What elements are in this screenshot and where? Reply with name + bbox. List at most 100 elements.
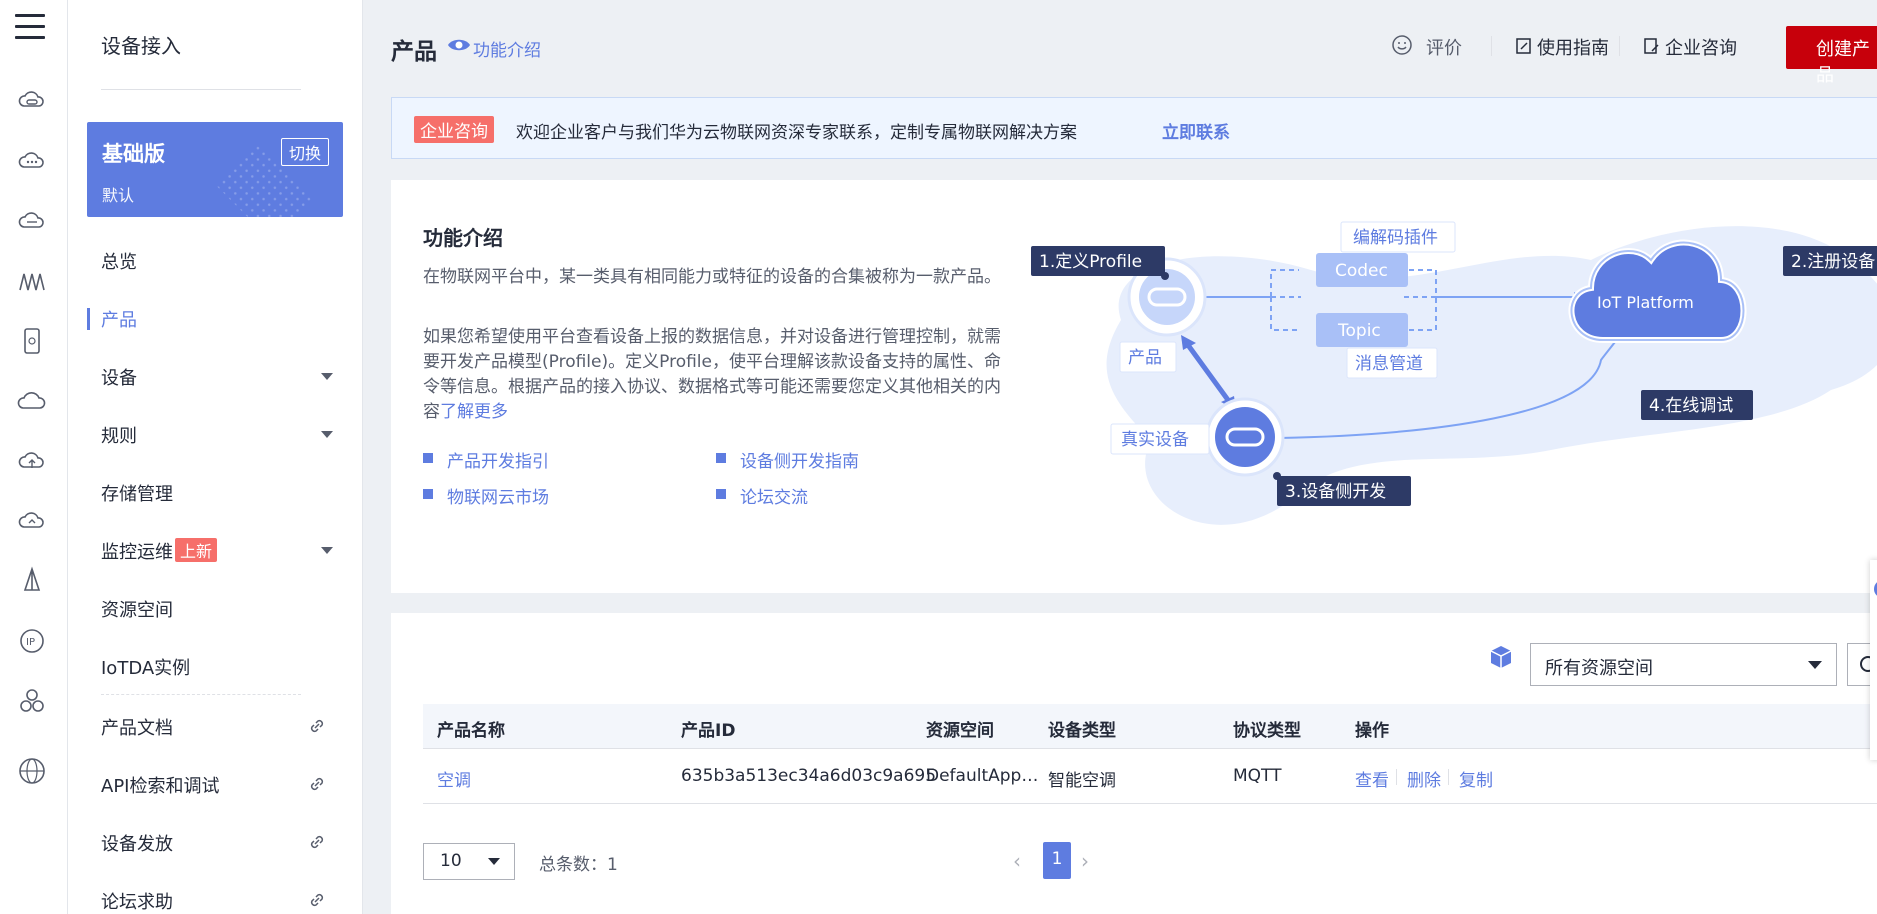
background-blob: [1106, 226, 1877, 525]
table-row: 空调 635b3a513ec34a6d03c9a695 DefaultApp… …: [423, 749, 1877, 804]
sidebar-item-label: 产品文档: [101, 718, 173, 739]
sidebar-item-provisioning[interactable]: 设备发放: [101, 830, 341, 856]
contact-now-link[interactable]: 立即联系: [1162, 118, 1230, 143]
page-1-button[interactable]: 1: [1043, 842, 1071, 879]
step2-label: 2.注册设备: [1791, 252, 1875, 272]
prev-page-button[interactable]: ‹: [1013, 849, 1021, 873]
product-dev-guide-link[interactable]: 产品开发指引: [423, 447, 549, 472]
product-id: 635b3a513ec34a6d03c9a695: [681, 766, 937, 786]
sidebar-item-product-docs[interactable]: 产品文档: [101, 714, 341, 740]
feature-intro-link[interactable]: 功能介绍: [448, 36, 541, 61]
divider: [1619, 36, 1620, 56]
cloud-server-icon[interactable]: [17, 86, 47, 116]
table-header: 产品名称 产品ID 资源空间 设备类型 协议类型 操作: [423, 704, 1877, 749]
codec-label: Codec: [1335, 261, 1388, 281]
page-size-value: 10: [440, 851, 462, 871]
iot-platform-label: IoT Platform: [1597, 293, 1694, 312]
forum-link[interactable]: 论坛交流: [716, 483, 808, 508]
col-device-type: 设备类型: [1048, 721, 1116, 741]
new-badge: 上新: [175, 538, 218, 562]
codec-plugin-label: 编解码插件: [1353, 228, 1438, 248]
col-ops: 操作: [1355, 721, 1389, 741]
step1-label: 1.定义Profile: [1039, 252, 1142, 272]
page-title: 产品: [391, 39, 437, 65]
sidebar-item-api[interactable]: API检索和调试: [101, 772, 341, 798]
sidebar-item-label: 资源空间: [101, 600, 173, 621]
sidebar-item-storage[interactable]: 存储管理: [101, 480, 341, 506]
smile-icon: [1392, 35, 1412, 55]
guide-icon: [1516, 38, 1531, 54]
iot-marketplace-link[interactable]: 物联网云市场: [423, 483, 549, 508]
sidebar-item-monitor[interactable]: 监控运维 上新: [101, 538, 341, 564]
learn-more-link[interactable]: 了解更多: [440, 402, 508, 422]
cluster-icon[interactable]: [17, 686, 47, 716]
page-size-select[interactable]: 10: [423, 843, 515, 880]
cloud-dots-icon[interactable]: [17, 146, 47, 176]
divider: [1448, 769, 1449, 785]
product-flow-diagram: 1.定义Profile 2.注册设备 3.设备侧开发 4.在线调试 编解码插件 …: [1031, 221, 1877, 525]
real-device-label: 真实设备: [1121, 430, 1189, 450]
chevron-down-icon: [488, 858, 500, 865]
create-product-button[interactable]: 创建产品: [1786, 26, 1877, 86]
sidebar-item-label: API检索和调试: [101, 776, 220, 797]
sidebar-item-rules[interactable]: 规则: [101, 422, 341, 448]
protocol-type: MQTT: [1233, 766, 1282, 786]
icon-rail: IP: [0, 0, 68, 914]
caret-down-icon: [321, 373, 333, 380]
user-guide-button[interactable]: 使用指南: [1537, 34, 1609, 60]
cloud-link-icon[interactable]: [17, 206, 47, 236]
intro-paragraph-2-text: 如果您希望使用平台查看设备上报的数据信息，并对设备进行管理控制，就需要开发产品模…: [423, 327, 1001, 422]
intro-paragraph-1: 在物联网平台中，某一类具有相同能力或特征的设备的合集被称为一款产品。: [423, 267, 1001, 287]
sail-icon[interactable]: [17, 566, 47, 596]
copy-button[interactable]: 复制: [1459, 766, 1493, 791]
feedback-button[interactable]: 评价: [1426, 34, 1462, 60]
edition-card[interactable]: 基础版 默认 切换: [87, 122, 343, 217]
sidebar-item-label: 规则: [101, 426, 137, 447]
resource-space: DefaultApp…: [926, 766, 1039, 786]
menu-icon[interactable]: [15, 14, 45, 42]
globe-icon[interactable]: [17, 756, 47, 786]
divider: [1396, 769, 1397, 785]
cloud-refresh-icon[interactable]: [17, 506, 47, 536]
product-list-card: 所有资源空间 产品名称 产品ID 资源空间 设备类型 协议类型 操作 空调 63…: [391, 613, 1877, 914]
consult-banner: 企业咨询 欢迎企业客户与我们华为云物联网资深专家联系，定制专属物联网解决方案 立…: [391, 97, 1877, 159]
wave-icon[interactable]: [17, 266, 47, 296]
view-button[interactable]: 查看: [1355, 766, 1389, 791]
intro-paragraph-2: 如果您希望使用平台查看设备上报的数据信息，并对设备进行管理控制，就需要开发产品模…: [423, 325, 1003, 425]
msg-pipe-label: 消息管道: [1355, 354, 1423, 374]
next-page-button[interactable]: ›: [1081, 849, 1089, 873]
sidebar: 设备接入 基础版 默认 切换 总览 产品 设备 规则 存储管理 监控运维 上新 资…: [68, 0, 363, 914]
sidebar-item-product[interactable]: 产品: [87, 306, 341, 332]
external-link-icon: [310, 719, 324, 733]
cloud-upload-icon[interactable]: [17, 446, 47, 476]
enterprise-consult-button[interactable]: 企业咨询: [1665, 34, 1737, 60]
sidebar-item-device[interactable]: 设备: [101, 364, 341, 390]
sidebar-item-iotda-instance[interactable]: IoTDA实例: [101, 654, 341, 680]
product-name-link[interactable]: 空调: [437, 766, 471, 791]
sidebar-item-label: 产品: [101, 310, 137, 331]
sidebar-item-label: 总览: [101, 252, 137, 273]
sidebar-item-label: 论坛求助: [101, 892, 173, 913]
sidebar-item-resource-space[interactable]: 资源空间: [101, 596, 341, 622]
total-count: 总条数：1: [539, 855, 618, 875]
step4-label: 4.在线调试: [1649, 396, 1733, 416]
sidebar-item-overview[interactable]: 总览: [101, 248, 341, 274]
intro-card: 功能介绍 在物联网平台中，某一类具有相同能力或特征的设备的合集被称为一款产品。 …: [391, 180, 1877, 593]
col-space: 资源空间: [926, 721, 994, 741]
external-link-icon: [310, 777, 324, 791]
col-id: 产品ID: [681, 721, 736, 741]
delete-button[interactable]: 删除: [1407, 766, 1441, 791]
cloud-icon[interactable]: [17, 386, 47, 416]
edition-name: 基础版: [102, 142, 165, 166]
resource-space-select[interactable]: 所有资源空间: [1530, 643, 1837, 686]
sidebar-item-label: 设备发放: [101, 834, 173, 855]
edition-sub: 默认: [102, 186, 135, 205]
ip-icon[interactable]: IP: [17, 626, 47, 656]
device-dev-guide-link[interactable]: 设备侧开发指南: [716, 447, 859, 472]
product-label: 产品: [1128, 348, 1162, 368]
switch-button[interactable]: 切换: [280, 138, 329, 166]
main-content: 产品 功能介绍 评价 使用指南 企业咨询 创建产品 企业咨询 欢迎企业客户与我们…: [363, 0, 1877, 914]
device-icon[interactable]: [17, 326, 47, 356]
floating-help-panel[interactable]: [1870, 560, 1877, 760]
sidebar-item-forum[interactable]: 论坛求助: [101, 888, 341, 914]
